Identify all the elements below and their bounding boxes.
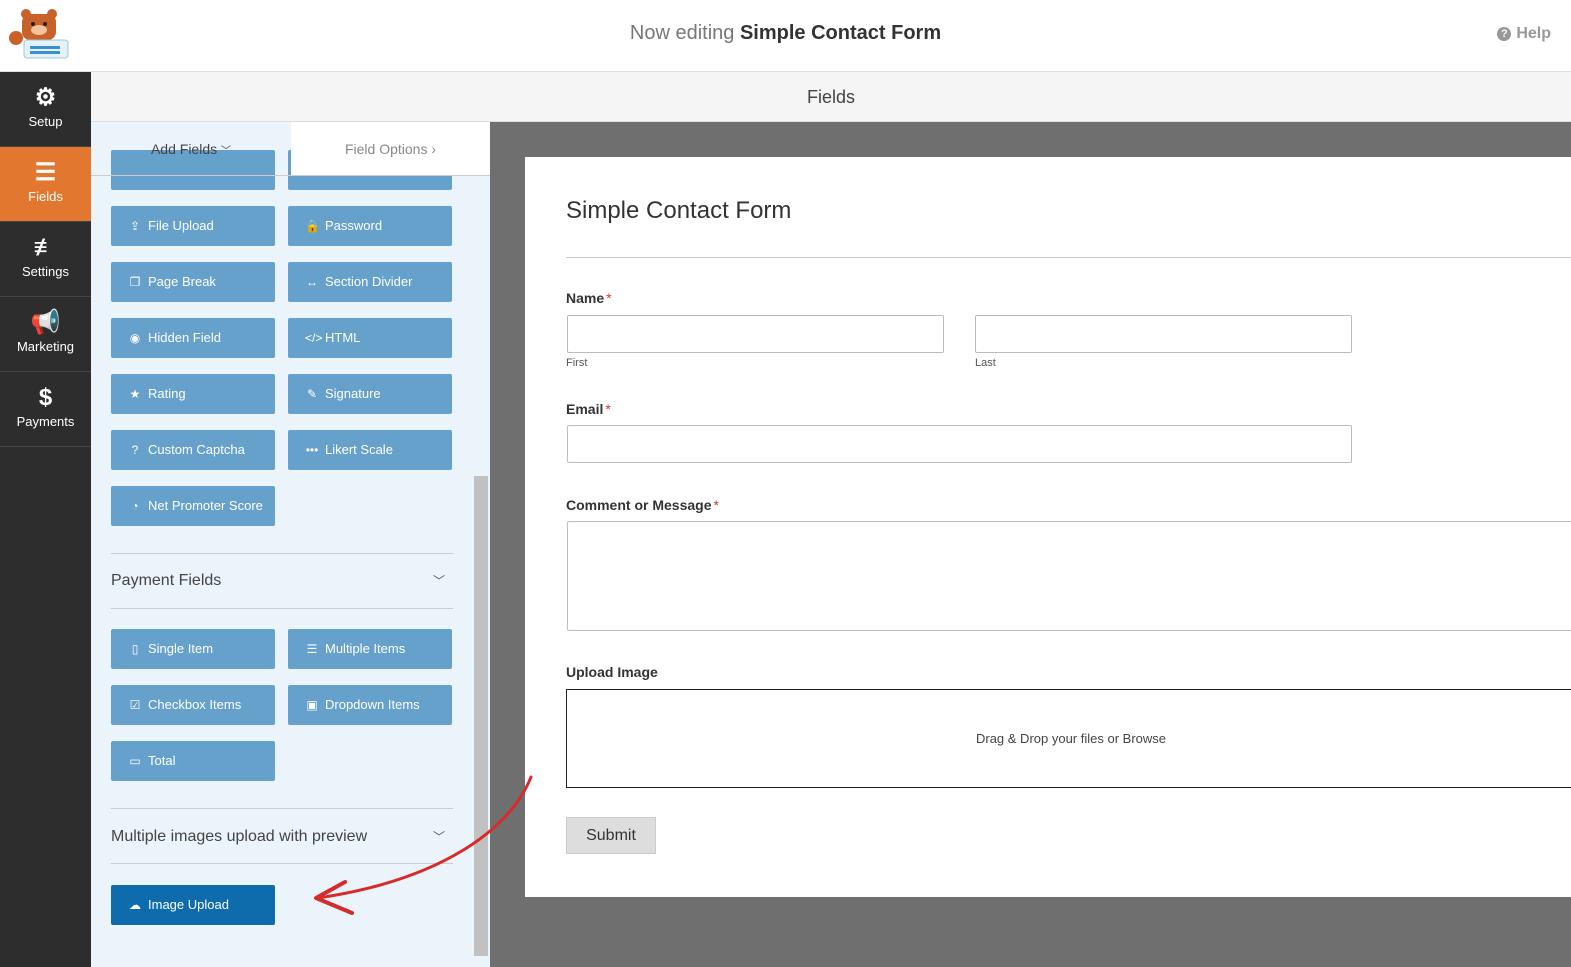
upload-image-label: Upload Image <box>566 664 658 680</box>
gear-icon: ⚙ <box>34 84 57 111</box>
tab-field-options[interactable]: Field Options › <box>291 122 490 176</box>
red-arrow-annotation <box>314 775 533 915</box>
chevron-right-icon: › <box>431 141 437 157</box>
first-sublabel: First <box>566 357 588 369</box>
field-button-net-promoter-score[interactable]: ◔ Net Promoter Score <box>111 486 275 526</box>
field-button-section-divider[interactable]: ↔ Section Divider <box>288 262 452 302</box>
field-button-password[interactable]: 🔒 Password <box>288 206 452 246</box>
help-link[interactable]: ? Help <box>1497 25 1551 43</box>
money-icon: ▭ <box>129 754 141 768</box>
comment-label: Comment or Message * <box>566 497 719 513</box>
field-button-signature[interactable]: ✎ Signature <box>288 374 452 414</box>
divider <box>111 553 453 554</box>
email-input[interactable] <box>567 425 1352 463</box>
field-button-html[interactable]: </> HTML <box>288 318 452 358</box>
question-circle-icon: ? <box>1497 27 1512 41</box>
sidebar-item-setup[interactable]: ⚙ Setup <box>0 72 91 147</box>
email-label: Email * <box>566 401 611 417</box>
field-button-single-item[interactable]: ▯ Single Item <box>111 629 275 669</box>
field-button-custom-captcha[interactable]: ? Custom Captcha <box>111 430 275 470</box>
star-icon: ★ <box>129 387 141 401</box>
upload-dropzone[interactable]: Drag & Drop your files or Browse <box>566 689 1571 788</box>
question-icon: ? <box>131 443 139 457</box>
sidebar-item-marketing[interactable]: 📢 Marketing <box>0 297 91 372</box>
field-button-likert-scale[interactable]: ••• Likert Scale <box>288 430 452 470</box>
copy-icon: ❐ <box>129 275 141 289</box>
sliders-icon: ≢ <box>33 234 58 261</box>
divider <box>111 608 453 609</box>
sidebar-item-settings[interactable]: ≢ Settings <box>0 222 91 297</box>
megaphone-icon: 📢 <box>30 309 61 336</box>
pencil-icon: ✎ <box>306 387 318 401</box>
sidebar-item-payments[interactable]: $ Payments <box>0 372 91 447</box>
divider <box>566 257 1571 258</box>
arrows-h-icon: ↔ <box>306 275 318 289</box>
chevron-down-icon: ﹀ <box>432 574 445 588</box>
image-upload-button[interactable]: ☁ Image Upload <box>111 885 275 925</box>
ellipsis-icon: ••• <box>305 443 319 457</box>
submit-button[interactable]: Submit <box>566 817 656 854</box>
field-button-dropdown-items[interactable]: ▣ Dropdown Items <box>288 685 452 725</box>
caret-square-icon: ▣ <box>306 698 318 712</box>
check-square-icon: ☑ <box>129 698 141 712</box>
list-icon: ☰ <box>306 642 318 656</box>
field-button-multiple-items[interactable]: ☰ Multiple Items <box>288 629 452 669</box>
eye-slash-icon: ◉ <box>129 331 141 345</box>
field-button-rating[interactable]: ★ Rating <box>111 374 275 414</box>
comment-textarea[interactable] <box>567 521 1571 631</box>
first-name-input[interactable] <box>567 315 944 353</box>
fields-bar: Fields <box>91 72 1571 122</box>
left-sidebar: ⚙ Setup ☰ Fields ≢ Settings 📢 Marketing $ Pay… <box>0 72 91 967</box>
field-button-total[interactable]: ▭ Total <box>111 741 275 781</box>
cloud-upload-icon: ☁ <box>129 898 141 912</box>
upload-icon: ⇪ <box>129 219 141 233</box>
field-button-page-break[interactable]: ❐ Page Break <box>111 262 275 302</box>
field-button-hidden-field[interactable]: ◉ Hidden Field <box>111 318 275 358</box>
sidebar-item-fields[interactable]: ☰ Fields <box>0 147 91 222</box>
section-payment-fields[interactable]: Payment Fields ﹀ <box>111 572 453 590</box>
dollar-icon: $ <box>38 384 53 411</box>
field-button-file-upload[interactable]: ⇪ File Upload <box>111 206 275 246</box>
field-button-checkbox-items[interactable]: ☑ Checkbox Items <box>111 685 275 725</box>
last-sublabel: Last <box>975 357 996 369</box>
gauge-icon: ◔ <box>131 499 139 513</box>
lock-icon: 🔒 <box>305 219 320 233</box>
last-name-input[interactable] <box>975 315 1352 353</box>
list-icon: ☰ <box>34 159 57 186</box>
chevron-down-icon: ﹀ <box>221 146 232 157</box>
file-icon: ▯ <box>131 642 139 656</box>
now-editing-title: Now editing Simple Contact Form <box>629 22 942 44</box>
code-icon: </> <box>305 331 323 345</box>
top-header: Now editing Simple Contact Form ? Help <box>0 0 1571 72</box>
form-title: Simple Contact Form <box>566 197 792 224</box>
name-label: Name * <box>566 290 612 306</box>
form-preview-card: Simple Contact Form Name * First Last Ema… <box>525 157 1571 897</box>
tab-add-fields[interactable]: Add Fields ﹀ <box>91 122 291 176</box>
